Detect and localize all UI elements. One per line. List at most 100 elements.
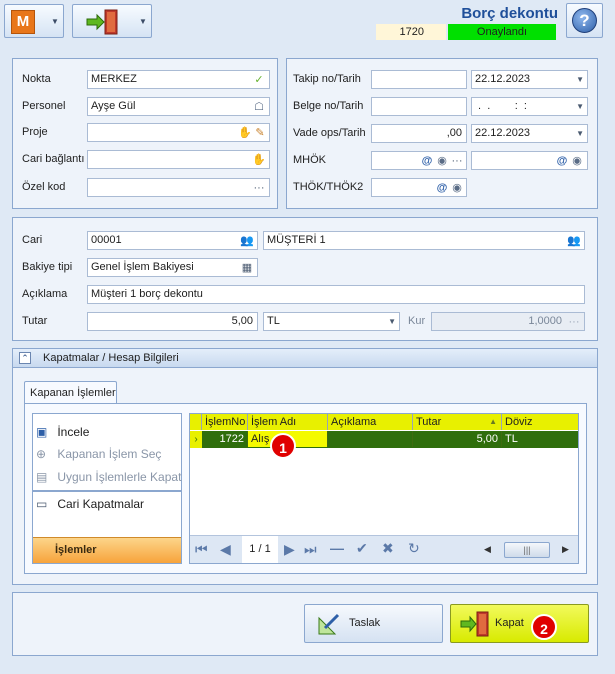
mhok-label: MHÖK bbox=[293, 154, 326, 166]
bakiye-field[interactable]: Genel İşlem Bakiyesi ▦ bbox=[87, 258, 258, 277]
actions-footer-tab[interactable]: İşlemler bbox=[33, 537, 181, 563]
add-circle-icon: ⊕ bbox=[36, 447, 47, 461]
first-page-icon[interactable]: ⏮ bbox=[195, 541, 208, 558]
chevron-down-icon: ▼ bbox=[51, 17, 59, 26]
view-icon[interactable]: ◉ bbox=[435, 154, 449, 168]
action-incele[interactable]: ▣ İncele bbox=[36, 425, 89, 439]
at-icon[interactable]: @ bbox=[555, 154, 569, 168]
refresh-icon[interactable]: ↻ bbox=[408, 540, 420, 557]
grid-navigator: ⏮ ◀ 1 / 1 ▶ ⏭ — ✔ ✖ ↻ ◀ ||| ▶ bbox=[190, 535, 578, 563]
takip-no-field[interactable] bbox=[371, 70, 467, 89]
cell-doviz: TL bbox=[505, 433, 518, 445]
delete-icon[interactable]: — bbox=[330, 540, 344, 556]
view-icon[interactable]: ◉ bbox=[570, 154, 584, 168]
belge-date-field[interactable]: . . : : ▼ bbox=[471, 97, 588, 116]
calendar-icon[interactable]: ▦ bbox=[240, 261, 254, 275]
cari-baglanti-field[interactable]: ✋ bbox=[87, 150, 270, 169]
ellipsis-icon[interactable]: ··· bbox=[252, 181, 266, 195]
thok-field[interactable]: @ ◉ bbox=[371, 178, 467, 197]
row-indicator-icon: › bbox=[190, 431, 202, 448]
scroll-left-icon[interactable]: ◀ bbox=[484, 544, 491, 555]
cari-baglanti-label: Cari bağlantı bbox=[22, 153, 85, 165]
document-number: 1720 bbox=[376, 24, 446, 40]
grid-col-aciklama[interactable]: Açıklama bbox=[328, 414, 413, 430]
annotation-badge-2: 2 bbox=[531, 614, 557, 640]
annotation-badge-1: 1 bbox=[270, 433, 296, 459]
view-icon[interactable]: ◉ bbox=[450, 181, 464, 195]
collapse-icon[interactable]: ⌃ bbox=[19, 352, 31, 364]
scroll-thumb[interactable]: ||| bbox=[504, 542, 550, 558]
ozel-kod-label: Özel kod bbox=[22, 181, 66, 193]
exit-menu-button[interactable]: ▼ bbox=[72, 4, 152, 38]
grid-header-indicator bbox=[190, 414, 202, 430]
draft-pencil-icon bbox=[318, 613, 340, 635]
edit-icon[interactable]: ✎ bbox=[253, 126, 267, 140]
person-lookup-icon[interactable]: ☖ bbox=[252, 100, 266, 114]
proje-label: Proje bbox=[22, 126, 48, 138]
kapatmalar-title: Kapatmalar / Hesap Bilgileri bbox=[43, 352, 179, 364]
belge-no-field[interactable] bbox=[371, 97, 467, 116]
prev-page-icon[interactable]: ◀ bbox=[220, 541, 231, 558]
proje-field[interactable]: ✋ ✎ bbox=[87, 123, 270, 142]
help-button[interactable]: ? bbox=[566, 3, 603, 38]
ozel-kod-field[interactable]: ··· bbox=[87, 178, 270, 197]
tab-kapanan-islemler[interactable]: Kapanan İşlemler bbox=[24, 381, 117, 404]
action-cari-kapatmalar[interactable]: ▭ Cari Kapatmalar bbox=[36, 497, 144, 511]
takip-date-field[interactable]: 22.12.2023 ▼ bbox=[471, 70, 588, 89]
cancel-icon[interactable]: ✖ bbox=[382, 540, 394, 557]
vade-label: Vade ops/Tarih bbox=[293, 127, 366, 139]
scroll-right-icon[interactable]: ▶ bbox=[562, 544, 569, 555]
nokta-field[interactable]: MERKEZ ✓ bbox=[87, 70, 270, 89]
action-uygun-islemlerle-kapat[interactable]: ▤ Uygun İşlemlerle Kapat bbox=[36, 470, 181, 484]
vade-date-field[interactable]: 22.12.2023 ▼ bbox=[471, 124, 588, 143]
grid-col-tutar[interactable]: Tutar ▲ bbox=[413, 414, 502, 430]
lookup-hand-icon[interactable]: ✋ bbox=[252, 153, 266, 167]
chevron-down-icon[interactable]: ▼ bbox=[576, 71, 584, 88]
status-badge: Onaylandı bbox=[448, 24, 556, 40]
help-icon: ? bbox=[572, 8, 597, 33]
confirm-icon[interactable]: ✔ bbox=[356, 540, 368, 557]
exit-door-icon bbox=[86, 9, 118, 35]
horizontal-scrollbar[interactable]: ◀ ||| ▶ bbox=[482, 542, 574, 558]
people-lookup-icon[interactable]: 👥 bbox=[240, 234, 254, 248]
tutar-field[interactable]: 5,00 bbox=[87, 312, 258, 331]
cari-code-field[interactable]: 00001 👥 bbox=[87, 231, 258, 250]
people-lookup-icon[interactable]: 👥 bbox=[567, 234, 581, 248]
thok-label: THÖK/THÖK2 bbox=[293, 181, 364, 193]
chevron-down-icon[interactable]: ▼ bbox=[388, 313, 396, 330]
currency-select[interactable]: TL ▼ bbox=[263, 312, 400, 331]
mhok-field-1[interactable]: @ ◉ ··· bbox=[371, 151, 467, 170]
ellipsis-icon: ··· bbox=[568, 316, 580, 328]
kur-field: 1,0000 ··· bbox=[431, 312, 585, 331]
kapatmalar-header[interactable]: ⌃ Kapatmalar / Hesap Bilgileri bbox=[13, 349, 597, 368]
cell-islemno: 1722 bbox=[202, 431, 248, 447]
chevron-down-icon[interactable]: ▼ bbox=[576, 98, 584, 115]
aciklama-field[interactable]: Müşteri 1 borç dekontu bbox=[87, 285, 585, 304]
grid-col-islemno[interactable]: İşlemNo bbox=[202, 414, 248, 430]
logo-menu-button[interactable]: M ▼ bbox=[4, 4, 64, 38]
ellipsis-icon[interactable]: ··· bbox=[450, 154, 464, 168]
taslak-button[interactable]: Taslak bbox=[304, 604, 443, 643]
last-page-icon[interactable]: ⏭ bbox=[304, 541, 317, 558]
at-icon[interactable]: @ bbox=[435, 181, 449, 195]
grid-col-doviz[interactable]: Döviz bbox=[502, 414, 578, 430]
table-row[interactable]: › 1722 Alış 5,00 TL bbox=[190, 431, 578, 448]
mhok-field-2[interactable]: @ ◉ bbox=[471, 151, 588, 170]
cell-aciklama bbox=[328, 431, 413, 447]
lookup-hand-icon[interactable]: ✋ bbox=[238, 126, 252, 140]
actions-divider bbox=[33, 490, 181, 492]
cari-name-field[interactable]: MÜŞTERİ 1 👥 bbox=[263, 231, 585, 250]
personel-field[interactable]: Ayşe Gül ☖ bbox=[87, 97, 270, 116]
page-title: Borç dekontu bbox=[461, 5, 558, 22]
action-kapanan-islem-sec[interactable]: ⊕ Kapanan İşlem Seç bbox=[36, 447, 161, 461]
tutar-label: Tutar bbox=[22, 315, 48, 327]
next-page-icon[interactable]: ▶ bbox=[284, 541, 295, 558]
grid-col-islem-adi[interactable]: İşlem Adı bbox=[248, 414, 328, 430]
kapat-button[interactable]: Kapat bbox=[450, 604, 589, 643]
page-indicator: 1 / 1 bbox=[242, 536, 278, 563]
chevron-down-icon[interactable]: ▼ bbox=[576, 125, 584, 142]
vade-ops-field[interactable]: ,00 bbox=[371, 124, 467, 143]
takip-label: Takip no/Tarih bbox=[293, 73, 361, 85]
clipboard-icon: ▤ bbox=[36, 470, 48, 484]
at-icon[interactable]: @ bbox=[420, 154, 434, 168]
